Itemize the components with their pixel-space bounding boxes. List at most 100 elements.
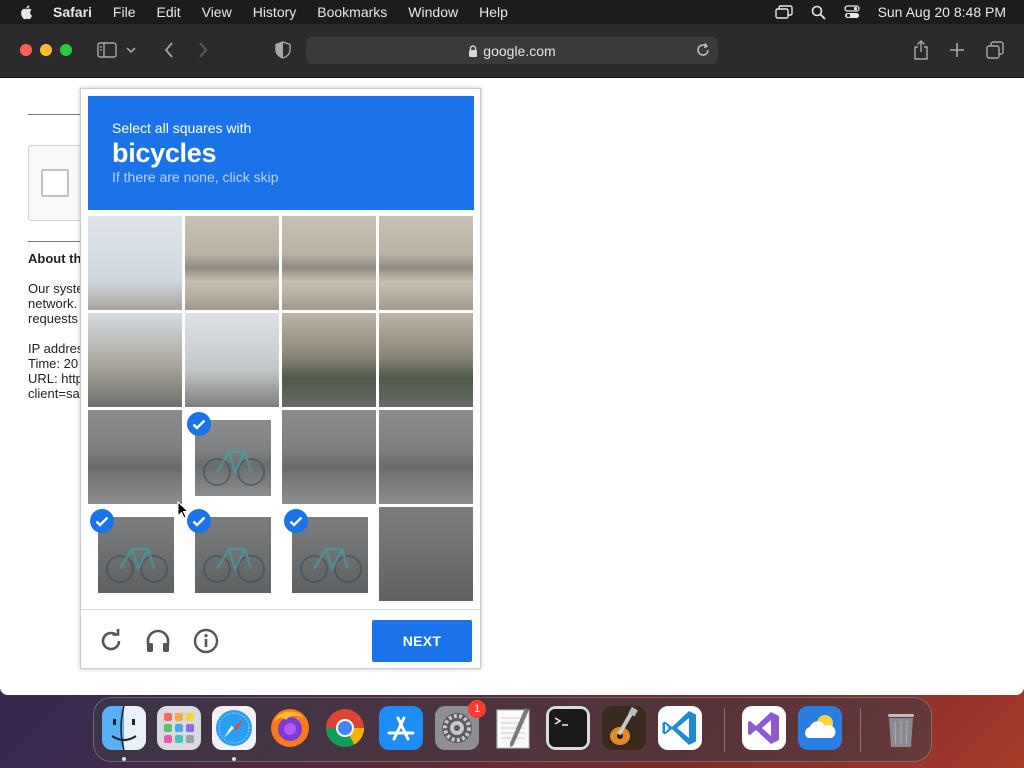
paragraph-line: Time: 20 <box>28 356 79 371</box>
control-center-icon[interactable] <box>843 5 860 19</box>
tile-image <box>379 410 473 504</box>
tile-image <box>185 216 279 310</box>
menu-bookmarks[interactable]: Bookmarks <box>317 4 387 20</box>
running-indicator <box>232 757 236 761</box>
menu-file[interactable]: File <box>113 4 136 20</box>
grid-tile[interactable] <box>379 507 473 601</box>
safari-icon[interactable] <box>212 706 256 750</box>
dock: 1 <box>93 697 932 762</box>
screen-mirroring-icon[interactable] <box>774 5 793 19</box>
new-tab-plus-icon[interactable] <box>946 39 968 61</box>
chevron-down-icon[interactable] <box>124 39 138 61</box>
dock-separator <box>860 708 861 752</box>
lock-icon <box>468 44 478 57</box>
window-minimize-button[interactable] <box>40 44 52 56</box>
tile-image <box>379 216 473 310</box>
firefox-icon[interactable] <box>268 706 312 750</box>
back-arrow-icon[interactable] <box>158 39 180 61</box>
tile-image <box>282 216 376 310</box>
sidebar-toggle-icon[interactable] <box>96 39 118 61</box>
grid-tile[interactable] <box>185 507 279 601</box>
paragraph-line: Our syste <box>28 281 84 296</box>
grid-tile[interactable] <box>185 313 279 407</box>
paragraph-line: IP addres <box>28 341 84 356</box>
info-icon[interactable] <box>192 627 220 655</box>
grid-tile[interactable] <box>282 410 376 504</box>
vscode-icon[interactable] <box>658 706 702 750</box>
menu-view[interactable]: View <box>202 4 232 20</box>
safari-window: google.com About th Our syste network. r… <box>0 24 1024 695</box>
terminal-icon[interactable] <box>546 706 590 750</box>
image-grid <box>88 216 474 602</box>
checkmark-icon <box>284 509 308 533</box>
running-indicator <box>122 757 126 761</box>
tile-image <box>379 313 473 407</box>
grid-tile[interactable] <box>379 313 473 407</box>
paragraph-line: network. <box>28 296 78 311</box>
notification-badge: 1 <box>468 700 486 718</box>
challenge-hint: If there are none, click skip <box>112 169 279 185</box>
share-icon[interactable] <box>910 39 932 61</box>
garageband-guitar-icon[interactable] <box>602 706 646 750</box>
tile-image <box>185 313 279 407</box>
paragraph-line: URL: http <box>28 371 83 386</box>
about-heading: About th <box>28 251 82 266</box>
next-button[interactable]: NEXT <box>372 620 472 662</box>
challenge-instruction: Select all squares with <box>112 120 252 136</box>
checkmark-icon <box>187 509 211 533</box>
grid-tile[interactable] <box>88 216 182 310</box>
grid-tile[interactable] <box>379 410 473 504</box>
grid-tile[interactable] <box>88 507 182 601</box>
reload-challenge-icon[interactable] <box>97 627 125 655</box>
menu-bar-clock[interactable]: Sun Aug 20 8:48 PM <box>878 4 1006 20</box>
window-zoom-button[interactable] <box>60 44 72 56</box>
finder-icon[interactable] <box>102 706 146 750</box>
challenge-header: Select all squares with bicycles If ther… <box>88 96 474 210</box>
audio-challenge-headphones-icon[interactable] <box>144 627 172 655</box>
chrome-icon[interactable] <box>323 706 367 750</box>
recaptcha-checkbox-card <box>28 145 88 221</box>
challenge-target: bicycles <box>112 138 217 168</box>
apple-menu-icon[interactable] <box>19 4 35 20</box>
grid-tile[interactable] <box>185 216 279 310</box>
grid-tile[interactable] <box>282 507 376 601</box>
recaptcha-checkbox[interactable] <box>41 169 69 197</box>
menu-help[interactable]: Help <box>479 4 508 20</box>
app-store-icon[interactable] <box>379 706 423 750</box>
reload-icon[interactable] <box>696 43 710 57</box>
grid-tile[interactable] <box>282 313 376 407</box>
tile-image <box>88 216 182 310</box>
recaptcha-challenge: Select all squares with bicycles If ther… <box>80 88 481 669</box>
dock-separator <box>724 708 725 752</box>
menu-edit[interactable]: Edit <box>156 4 180 20</box>
menu-bar: Safari File Edit View History Bookmarks … <box>0 0 1024 24</box>
grid-tile[interactable] <box>185 410 279 504</box>
privacy-shield-icon[interactable] <box>272 39 294 61</box>
paragraph-line: requests <box>28 311 78 326</box>
launchpad-icon[interactable] <box>157 706 201 750</box>
checkmark-icon <box>90 509 114 533</box>
grid-tile[interactable] <box>88 313 182 407</box>
tile-image <box>379 507 473 601</box>
grid-tile[interactable] <box>282 216 376 310</box>
visual-studio-icon[interactable] <box>742 706 786 750</box>
tab-overview-icon[interactable] <box>984 39 1006 61</box>
mouse-cursor-icon <box>177 501 189 519</box>
trash-icon[interactable] <box>879 706 923 750</box>
menu-history[interactable]: History <box>253 4 297 20</box>
menu-window[interactable]: Window <box>408 4 458 20</box>
divider <box>28 241 88 242</box>
browser-toolbar: google.com <box>0 24 1024 78</box>
checkmark-icon <box>187 412 211 436</box>
divider <box>28 114 88 115</box>
address-bar[interactable]: google.com <box>306 37 718 64</box>
weather-icon[interactable] <box>798 706 842 750</box>
grid-tile[interactable] <box>88 410 182 504</box>
paragraph-line: client=sa <box>28 386 80 401</box>
textedit-icon[interactable] <box>491 706 535 750</box>
menu-app-name[interactable]: Safari <box>53 4 92 20</box>
forward-arrow-icon[interactable] <box>192 39 214 61</box>
spotlight-search-icon[interactable] <box>811 5 826 20</box>
grid-tile[interactable] <box>379 216 473 310</box>
window-close-button[interactable] <box>20 44 32 56</box>
